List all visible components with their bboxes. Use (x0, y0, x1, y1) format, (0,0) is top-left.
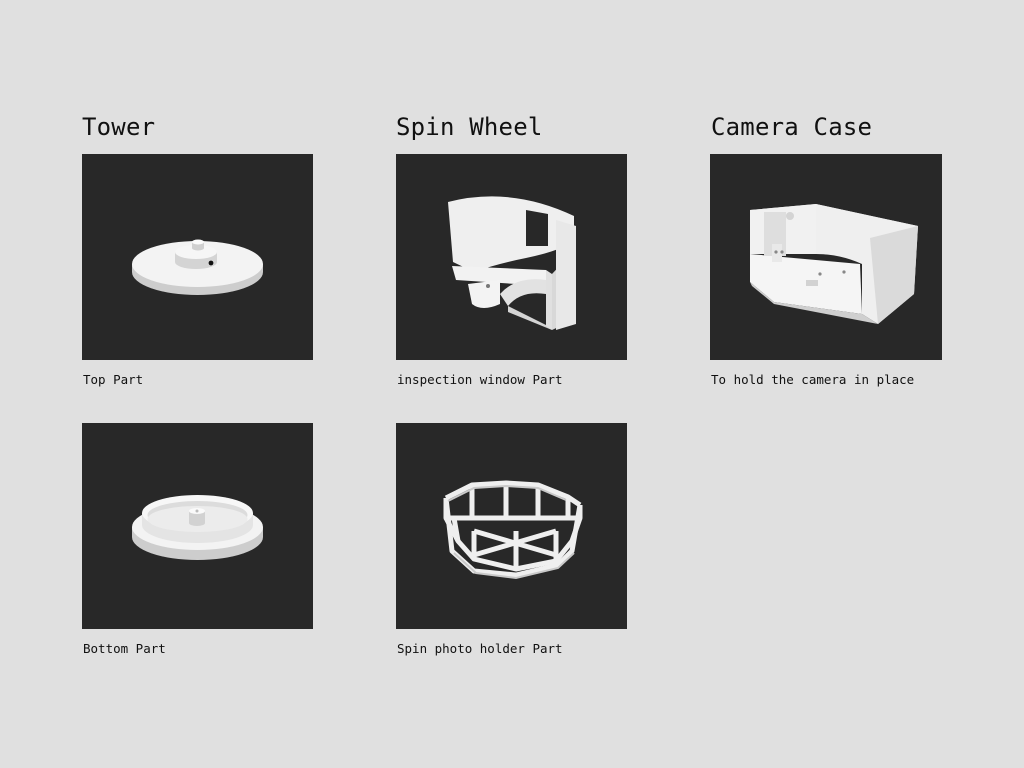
part-card-inspection-window[interactable]: inspection window Part (396, 154, 636, 388)
part-caption: Bottom Part (83, 641, 166, 656)
part-card-photo-holder[interactable]: Spin photo holder Part (396, 423, 636, 657)
model-viewport[interactable] (396, 423, 627, 629)
part-caption: Spin photo holder Part (397, 641, 563, 656)
part-card-camera-case[interactable]: To hold the camera in place (710, 154, 950, 388)
part-caption: To hold the camera in place (711, 372, 915, 387)
column-title: Camera Case (711, 113, 873, 141)
octagon-frame-model (443, 480, 583, 580)
part-card-top[interactable]: Top Part (82, 154, 322, 388)
column-camera-case: Camera Case To hold the camera in place (710, 108, 950, 387)
parts-gallery: Tower Top Part Bottom Part Spin Wheel in… (0, 0, 1024, 768)
disc-top-model (132, 239, 263, 295)
part-card-bottom[interactable]: Bottom Part (82, 423, 322, 657)
disc-bottom-model (132, 495, 263, 560)
column-title: Tower (82, 113, 156, 141)
model-viewport[interactable] (82, 423, 313, 629)
column-spin-wheel: Spin Wheel inspection window Part Spin p… (396, 108, 636, 656)
part-caption: Top Part (83, 372, 144, 387)
model-viewport[interactable] (82, 154, 313, 360)
camera-box-model (750, 204, 918, 324)
curved-wall-model (448, 196, 576, 330)
column-title: Spin Wheel (396, 113, 543, 141)
model-viewport[interactable] (710, 154, 942, 360)
column-tower: Tower Top Part Bottom Part (82, 108, 322, 656)
part-caption: inspection window Part (397, 372, 563, 387)
model-viewport[interactable] (396, 154, 627, 360)
